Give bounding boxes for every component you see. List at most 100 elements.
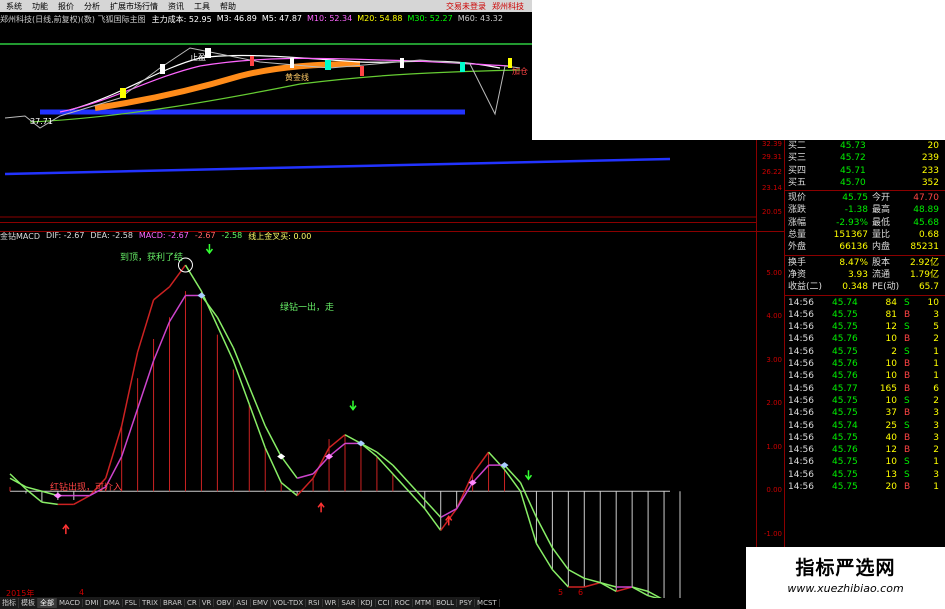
menu-item-2[interactable]: 报价 bbox=[58, 1, 74, 12]
menu-item-4[interactable]: 扩展市场行情 bbox=[110, 1, 158, 12]
tick-count: 3 bbox=[933, 408, 939, 419]
macd-tick-6: -1.00 bbox=[763, 529, 782, 538]
tab-brar[interactable]: BRAR bbox=[161, 599, 185, 607]
tab-sar[interactable]: SAR bbox=[339, 599, 359, 607]
menu-item-0[interactable]: 系统 bbox=[6, 1, 22, 12]
tick-volume: 10 bbox=[885, 371, 897, 382]
dea-line-segment bbox=[296, 473, 314, 479]
tick-price: 45.75 bbox=[832, 346, 858, 357]
tab-boll[interactable]: BOLL bbox=[434, 599, 458, 607]
stat-value: 2.92亿 bbox=[909, 257, 939, 268]
watermark-title: 指标严选网 bbox=[795, 557, 896, 579]
stat-label: 最低 bbox=[872, 217, 891, 228]
indicator-6: M60: 43.32 bbox=[457, 14, 503, 23]
stat-row: 总量 151367 量比 0.68 bbox=[784, 229, 945, 241]
tab-vol-tdx[interactable]: VOL-TDX bbox=[271, 599, 307, 607]
tab-obv[interactable]: OBV bbox=[214, 599, 235, 607]
tab-vr[interactable]: VR bbox=[200, 599, 215, 607]
tick-time: 14:56 bbox=[788, 322, 814, 333]
tab-trix[interactable]: TRIX bbox=[140, 599, 161, 607]
dif-value: DIF: -2.67 bbox=[45, 231, 85, 240]
tick-time: 14:56 bbox=[788, 383, 814, 394]
tick-volume: 40 bbox=[885, 432, 897, 443]
candle bbox=[160, 64, 165, 74]
macd-chart[interactable]: 到顶，获利了结绿钻一出，走红钻出现，可介入 bbox=[0, 242, 756, 598]
price-tick-3: 23.14 bbox=[761, 184, 782, 192]
stat-value: 45.68 bbox=[913, 217, 939, 228]
tab-cr[interactable]: CR bbox=[185, 599, 200, 607]
time-axis: 2015年 4 5 6 bbox=[0, 588, 756, 598]
stat-label: 流通 bbox=[872, 269, 891, 280]
tick-volume: 12 bbox=[885, 445, 897, 456]
tick-price: 45.75 bbox=[832, 322, 858, 333]
tab-psy[interactable]: PSY bbox=[457, 599, 476, 607]
tab-模板[interactable]: 模板 bbox=[19, 598, 38, 608]
dif-line-segment bbox=[184, 264, 203, 292]
tick-row: 14:56 45.75 12 S 5 bbox=[784, 321, 945, 333]
macd-tick-2: 3.00 bbox=[766, 355, 782, 364]
dif-line-segment bbox=[73, 494, 91, 505]
tab-kdj[interactable]: KDJ bbox=[359, 599, 376, 607]
order-book-row: 买四 45.71 233 bbox=[784, 165, 945, 177]
stat-value: 1.79亿 bbox=[909, 269, 939, 280]
tick-side: S bbox=[904, 346, 910, 357]
tab-roc[interactable]: ROC bbox=[392, 599, 413, 607]
tick-price: 45.75 bbox=[832, 309, 858, 320]
tab-emv[interactable]: EMV bbox=[251, 599, 271, 607]
tab-dmi[interactable]: DMI bbox=[83, 599, 102, 607]
tick-side: B bbox=[904, 383, 911, 394]
stat-label: 换手 bbox=[788, 257, 807, 268]
dif-line-segment bbox=[344, 434, 362, 445]
tick-row: 14:56 45.74 84 S 10 bbox=[784, 297, 945, 309]
tick-time: 14:56 bbox=[788, 371, 814, 382]
tab-wr[interactable]: WR bbox=[323, 599, 340, 607]
menu-item-1[interactable]: 功能 bbox=[32, 1, 48, 12]
stat-value: 3.93 bbox=[847, 269, 868, 280]
stat-value: 151367 bbox=[833, 230, 868, 241]
tab-dma[interactable]: DMA bbox=[101, 599, 123, 607]
tick-volume: 2 bbox=[891, 346, 897, 357]
annotation-top: 到顶，获利了结 bbox=[120, 251, 183, 263]
stat-value: 47.70 bbox=[913, 193, 939, 204]
stat-value: 0.68 bbox=[918, 230, 939, 241]
candlestick-chart[interactable]: 止盈黄金线 37.71 加仓 bbox=[0, 28, 532, 140]
tick-time: 14:56 bbox=[788, 408, 814, 419]
dif-line-segment bbox=[408, 490, 426, 510]
tick-volume: 10 bbox=[885, 334, 897, 345]
tick-volume: 12 bbox=[885, 322, 897, 333]
tab-fsl[interactable]: FSL bbox=[123, 599, 140, 607]
candle bbox=[460, 62, 465, 72]
tick-side: B bbox=[904, 359, 911, 370]
tab-mtm[interactable]: MTM bbox=[413, 599, 435, 607]
tick-time: 14:56 bbox=[788, 309, 814, 320]
tab-指标[interactable]: 指标 bbox=[0, 598, 19, 608]
stat-value: 66136 bbox=[839, 242, 868, 253]
tab-asi[interactable]: ASI bbox=[234, 599, 251, 607]
tab-cci[interactable]: CCI bbox=[376, 599, 393, 607]
menu-item-5[interactable]: 资讯 bbox=[168, 1, 184, 12]
dea-line-segment bbox=[535, 517, 554, 549]
menu-right-item-1[interactable]: 郑州科技 bbox=[492, 1, 524, 12]
tick-count: 2 bbox=[933, 334, 939, 345]
macd-value: MACD: -2.67 bbox=[138, 231, 189, 240]
stat-value: 0.348 bbox=[842, 282, 868, 293]
annotation-red-diamond: 红钻出现，可介入 bbox=[50, 481, 122, 493]
tab-rsi[interactable]: RSI bbox=[306, 599, 323, 607]
top-annotation-1: 黄金线 bbox=[285, 72, 309, 82]
menu-item-6[interactable]: 工具 bbox=[194, 1, 210, 12]
tick-side: B bbox=[904, 482, 911, 493]
order-book-label: 买二 bbox=[788, 141, 807, 151]
tab-mcst[interactable]: MCST bbox=[475, 599, 500, 607]
menu-item-3[interactable]: 分析 bbox=[84, 1, 100, 12]
order-book-label: 买四 bbox=[788, 165, 807, 176]
tab-全部[interactable]: 全部 bbox=[38, 598, 57, 608]
price-panel[interactable] bbox=[0, 140, 756, 235]
tab-macd[interactable]: MACD bbox=[57, 599, 83, 607]
menu-right-item-0[interactable]: 交易未登录 bbox=[446, 1, 486, 12]
dea-line-segment bbox=[456, 482, 474, 510]
menu-item-7[interactable]: 帮助 bbox=[220, 1, 236, 12]
signal-diamond bbox=[277, 453, 286, 460]
order-book-price: 45.73 bbox=[840, 141, 866, 151]
price-tick-0: 32.39 bbox=[761, 140, 782, 148]
tick-volume: 13 bbox=[885, 469, 897, 480]
